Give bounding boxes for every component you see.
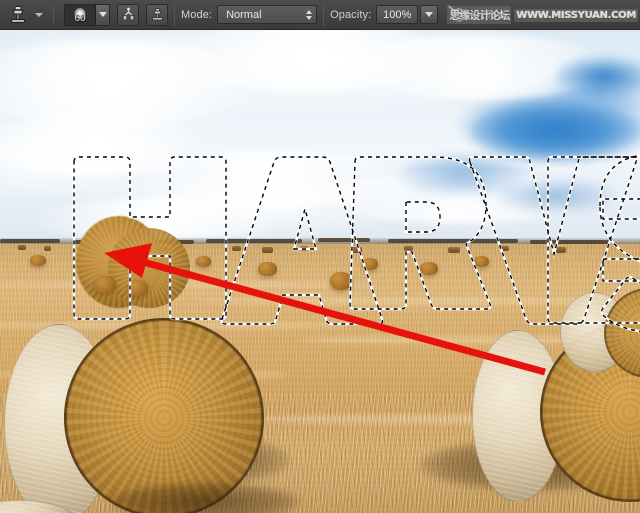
small-bale — [94, 276, 116, 293]
midground-bale — [258, 262, 277, 276]
divider — [53, 3, 54, 26]
distant-bale — [232, 246, 241, 251]
brush-preview[interactable]: 60 — [65, 4, 95, 25]
blue-sky-patch — [496, 178, 616, 214]
toggle-clone-source-panel-button[interactable] — [146, 3, 168, 26]
cloned-hay-bale-in-letter-h — [108, 228, 190, 308]
distant-treeline — [318, 238, 370, 242]
opacity-label: Opacity: — [330, 8, 372, 21]
distant-bale — [352, 247, 362, 253]
active-tool-well[interactable] — [6, 3, 47, 27]
opacity-chevron-down-icon[interactable] — [420, 5, 439, 24]
clone-source-panel-icon — [151, 8, 163, 21]
midground-bale — [362, 258, 378, 270]
divider — [174, 3, 175, 26]
distant-bale — [300, 246, 308, 251]
mode-label: Mode: — [181, 8, 213, 21]
mode-updown-arrows-icon[interactable] — [306, 9, 313, 20]
tool-preset-chevron-down-icon[interactable] — [35, 12, 43, 17]
small-bale — [128, 280, 148, 296]
brush-preset-picker[interactable]: 60 — [64, 3, 110, 26]
midground-bale — [196, 256, 211, 267]
blue-sky-patch — [470, 100, 640, 160]
brush-picker-chevron-down-icon[interactable] — [95, 4, 109, 25]
midground-bale — [420, 262, 438, 275]
distant-bale — [262, 247, 273, 253]
midground-bale — [330, 272, 352, 290]
airbrush-toggle-button[interactable] — [444, 3, 468, 26]
opacity-value: 100% — [383, 8, 412, 21]
distant-bale — [44, 246, 51, 251]
clone-stamp-icon[interactable] — [6, 3, 30, 27]
midground-bale — [30, 255, 46, 266]
airbrush-icon — [448, 5, 465, 22]
brush-panel-icon — [122, 7, 134, 21]
distant-bale — [404, 246, 413, 251]
distant-treeline — [206, 239, 302, 243]
brush-size-value: 60 — [74, 12, 86, 24]
distant-treeline — [0, 239, 60, 243]
options-bar: 60 Mode: Normal Opacity: 100% Flow: — [0, 0, 640, 30]
image-canvas[interactable] — [0, 30, 640, 513]
flow-label: Flow: — [481, 8, 509, 21]
midground-bale — [474, 256, 489, 267]
distant-bale — [448, 247, 460, 253]
mode-value: Normal — [226, 8, 262, 21]
distant-bale — [500, 246, 509, 251]
distant-bale — [18, 245, 26, 250]
divider — [323, 3, 325, 26]
distant-treeline — [388, 239, 518, 243]
toggle-brush-panel-button[interactable] — [117, 3, 139, 26]
opacity-input[interactable]: 100% — [376, 5, 419, 24]
divider — [474, 3, 476, 26]
mode-select[interactable]: Normal — [217, 5, 318, 24]
distant-bale — [556, 247, 566, 253]
